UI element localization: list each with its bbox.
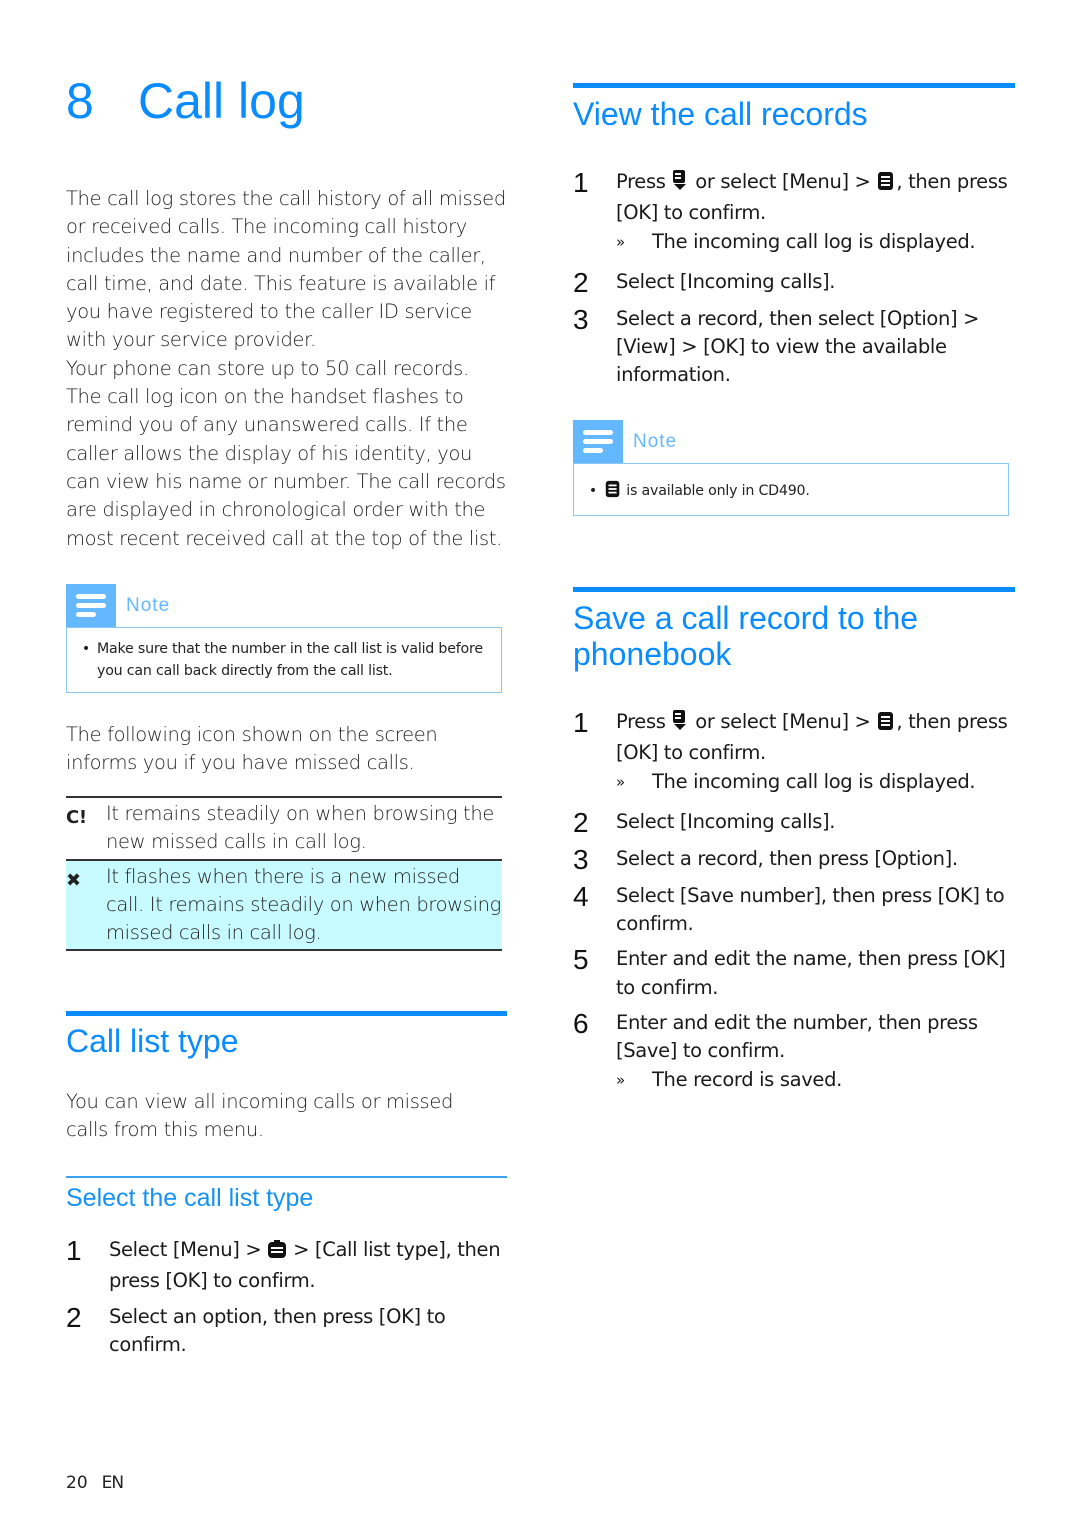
missed-call-steady-icon: C! (66, 807, 87, 828)
step-2: 2 Select an option, then press [OK] to c… (66, 1301, 446, 1356)
icon-intro: The following icon shown on the screen i… (66, 723, 438, 775)
note-header: Note (573, 420, 1009, 463)
call-log-menu-icon (604, 480, 622, 505)
step-result: » The incoming call log is displayed. (616, 769, 976, 793)
heading-select-call-list-type: Select the call list type (66, 1184, 314, 1212)
intro-text: The call log stores the call history of … (66, 185, 506, 553)
step-3: 3 Select a record, then press [Option]. (573, 843, 958, 875)
intro-paragraph-2: Your phone can store up to 50 call recor… (66, 356, 506, 550)
note-title: Note (633, 430, 678, 452)
view-records-steps: 1 Press or select [Menu] > , then press … (573, 168, 1015, 390)
note-item-text: Make sure that the number in the call li… (97, 641, 483, 679)
note-body: • Make sure that the number in the call … (66, 627, 502, 693)
step-result: » The incoming call log is displayed. (616, 229, 976, 253)
step-4: 4 Select [Save number], then press [OK] … (573, 880, 1005, 936)
section-rule (66, 1011, 507, 1016)
step-1: 1 Select [Menu] > > [Call list type], th… (66, 1235, 501, 1293)
call-log-key-icon (671, 169, 689, 199)
call-list-type-steps: 1 Select [Menu] > > [Call list type], th… (66, 1236, 506, 1359)
call-log-menu-icon (876, 171, 896, 199)
step-2: 2 Select [Incoming calls]. (573, 266, 836, 298)
call-log-key-icon (671, 709, 689, 739)
step-result: » The record is saved. (616, 1067, 842, 1091)
chapter-title-text: Call log (138, 73, 305, 129)
page-footer: 20 EN (66, 1473, 124, 1493)
note-right: Note • is available only in CD490. (573, 420, 1009, 516)
call-log-menu-icon (876, 711, 896, 739)
step-1: 1 Press or select [Menu] > , then press … (573, 168, 1015, 256)
heading-view-call-records: View the call records (573, 96, 868, 132)
step-2: 2 Select [Incoming calls]. (573, 806, 836, 838)
note-item: • Make sure that the number in the call … (75, 638, 491, 682)
section-rule (573, 587, 1015, 592)
call-list-type-description: You can view all incoming calls or misse… (66, 1090, 453, 1142)
step-1: 1 Press or select [Menu] > , then press … (573, 708, 1015, 796)
icon-row-steady: C! It remains steadily on when browsing … (66, 796, 502, 859)
step-5: 5 Enter and edit the name, then press [O… (573, 944, 1006, 999)
call-log-menu-icon (267, 1239, 287, 1267)
note-icon (66, 584, 116, 627)
note-item-text: is available only in CD490. (622, 483, 810, 499)
step-3: 3 Select a record, then select [Option] … (573, 303, 980, 387)
note-item: • is available only in CD490. (582, 480, 998, 505)
note-header: Note (66, 584, 502, 627)
note-left: Note • Make sure that the number in the … (66, 584, 502, 693)
note-body: • is available only in CD490. (573, 463, 1009, 516)
subsection-rule (66, 1176, 507, 1178)
language-code: EN (101, 1473, 124, 1493)
icon-row-text: It flashes when there is a new missed ca… (106, 864, 502, 945)
icon-row-flash: ✖ It flashes when there is a new missed … (66, 858, 502, 952)
chapter-number: 8 (66, 73, 94, 129)
note-icon (573, 420, 623, 463)
heading-save-call-record: Save a call record to the phonebook (573, 600, 919, 672)
step-6: 6 Enter and edit the number, then press … (573, 1009, 1015, 1094)
note-title: Note (126, 594, 171, 616)
icon-table: C! It remains steadily on when browsing … (66, 796, 502, 952)
page-number: 20 (66, 1473, 88, 1493)
chapter-title: 8 Call log (66, 72, 305, 130)
intro-paragraph-1: The call log stores the call history of … (66, 187, 506, 352)
save-record-steps: 1 Press or select [Menu] > , then press … (573, 708, 1015, 1094)
icon-row-text: It remains steadily on when browsing the… (106, 802, 494, 854)
missed-call-flash-icon: ✖ (66, 869, 81, 891)
section-rule (573, 83, 1015, 88)
heading-call-list-type: Call list type (66, 1023, 239, 1059)
